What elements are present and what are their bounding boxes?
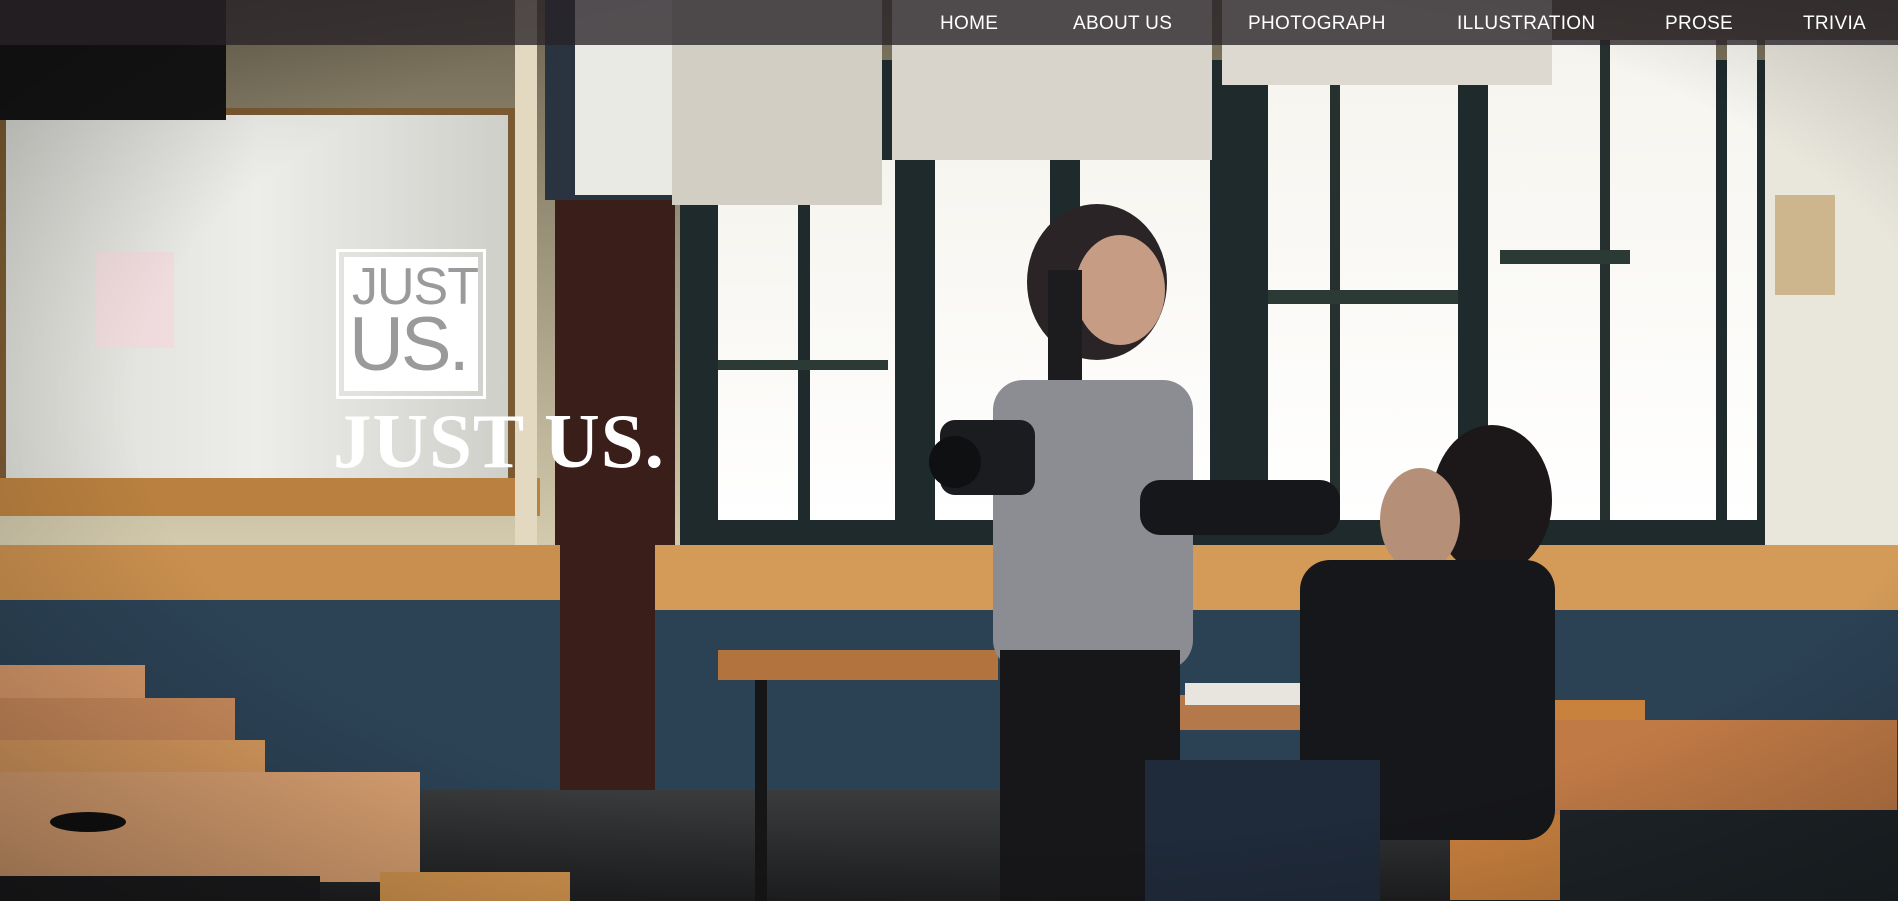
nav-item-illustration[interactable]: ILLUSTRATION — [1457, 13, 1595, 35]
site-logo[interactable]: JUST US. — [336, 249, 486, 399]
nav-item-home[interactable]: HOME — [940, 13, 998, 35]
nav-item-photograph[interactable]: PHOTOGRAPH — [1248, 13, 1386, 35]
hero-background-photo — [0, 0, 1898, 901]
nav-item-trivia[interactable]: TRIVIA — [1803, 13, 1866, 35]
hero-title: JUST US. — [333, 398, 665, 484]
classroom-photo — [0, 0, 1898, 901]
top-navigation-bar: HOME ABOUT US PHOTOGRAPH ILLUSTRATION PR… — [0, 0, 1898, 45]
nav-item-prose[interactable]: PROSE — [1665, 13, 1733, 35]
nav-item-about-us[interactable]: ABOUT US — [1073, 13, 1172, 35]
logo-text-us: US. — [349, 302, 470, 387]
